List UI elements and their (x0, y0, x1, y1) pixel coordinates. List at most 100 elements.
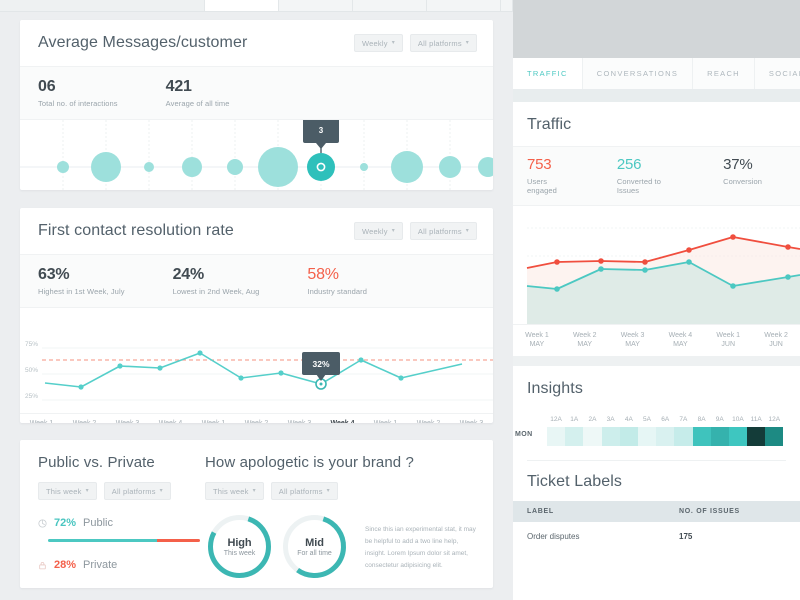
dropdown-weekly-label: Weekly (362, 226, 388, 236)
section-title-ticket-labels: Ticket Labels (527, 472, 622, 490)
heatmap-cell[interactable] (637, 426, 657, 446)
dropdown-this-week-label: This week (46, 486, 82, 496)
heatmap-cell[interactable] (601, 426, 620, 446)
dropdown-this-week[interactable]: This week ▾ (205, 482, 264, 500)
axis-week: Week 3 (620, 331, 645, 339)
stat-label: Lowest in 2nd Week, Aug (172, 287, 260, 296)
heatmap-cell[interactable] (692, 426, 711, 446)
stat-value: 421 (165, 78, 192, 95)
heatmap-cell[interactable] (619, 426, 638, 446)
axis-tick: Week 2JUN (752, 331, 800, 350)
tab-social-goals[interactable]: SOCIAL GOALS (755, 58, 800, 89)
y-tick-label: 75% (25, 341, 38, 348)
stat-value: 37% (723, 156, 753, 173)
heatmap-cell[interactable] (710, 426, 729, 446)
heatmap-cell[interactable] (728, 426, 748, 446)
dropdown-all-platforms[interactable]: All platforms ▾ (409, 34, 477, 52)
donut-mid-value: Mid (305, 536, 324, 549)
dropdown-all-platforms-label: All platforms (278, 486, 323, 496)
y-tick-label: 25% (25, 393, 38, 400)
page-title: First contact resolution rate (38, 222, 234, 239)
axis-tick: Week 3AUG (450, 419, 493, 423)
public-private-bar (48, 539, 200, 542)
card-average-messages: Average Messages/customer Weekly ▾ All p… (20, 20, 493, 190)
tab-reach[interactable]: REACH (693, 58, 755, 89)
globe-icon (38, 518, 47, 528)
axis-tick: Week 3MAY (106, 419, 149, 423)
axis-week: Week 1 (716, 331, 741, 339)
heatmap-cell[interactable] (583, 426, 602, 446)
axis-week: Week 4 (321, 419, 364, 423)
heatmap-cell[interactable] (656, 426, 675, 446)
stat-value: 753 (527, 156, 552, 173)
card1-stats: 06 Total no. of interactions 421 Average… (20, 66, 493, 120)
card-first-contact-resolution: First contact resolution rate Weekly ▾ A… (20, 208, 493, 423)
axis-week: Week 3 (278, 419, 321, 423)
hour-label: 3A (606, 415, 615, 423)
heatmap-cell[interactable] (765, 426, 784, 446)
axis-tick: Week 2JUN (235, 419, 278, 423)
top-tab-strip (0, 0, 513, 12)
axis-tick: Week 3MAY (609, 331, 657, 350)
table-row[interactable]: Order disputes 175 (513, 522, 800, 551)
apologetic-controls: This week ▾ All platforms ▾ (205, 482, 477, 500)
left-dashboard-panel: Average Messages/customer Weekly ▾ All p… (0, 0, 513, 600)
cell-issues: 175 (679, 531, 693, 541)
axis-tick-active: Week 4JUN (321, 419, 364, 423)
bar-segment-private (157, 539, 200, 542)
right-header-placeholder (513, 0, 800, 58)
top-strip-seg (427, 0, 501, 11)
stat-conversion: 37% Conversion (723, 156, 762, 195)
lock-icon (39, 561, 46, 569)
apologetic-section: How apologetic is your brand ? This week… (205, 440, 493, 588)
heatmap-cell[interactable] (747, 426, 766, 446)
chevron-down-icon: ▾ (326, 488, 330, 494)
axis-tick: Week 1MAY (20, 419, 63, 423)
traffic-x-axis: Week 1 MAY Week 2 MAY Week 3 MAY Week 4 MAY … (513, 323, 800, 356)
axis-week: Week 4 (149, 419, 192, 423)
dropdown-all-platforms[interactable]: All platforms ▾ (270, 482, 338, 500)
apologetic-donuts: High This week Mid For all time Since th… (205, 512, 477, 581)
right-spacer-band (513, 90, 800, 102)
hour-label: 9A (715, 415, 724, 423)
ticket-table-header: LABEL NO. OF ISSUES (513, 500, 800, 522)
card1-header: Average Messages/customer Weekly ▾ All p… (20, 20, 493, 66)
chevron-down-icon: ▾ (465, 228, 469, 234)
card2-controls: Weekly ▾ All platforms ▾ (354, 222, 477, 240)
axis-week: Week 4 (668, 331, 693, 339)
dropdown-weekly-label: Weekly (362, 38, 388, 48)
chevron-down-icon: ▾ (252, 488, 256, 494)
stat-value: 06 (38, 78, 56, 95)
dropdown-all-platforms-label: All platforms (417, 38, 462, 48)
axis-week: Week 3 (106, 419, 149, 423)
stat-label: Industry standard (307, 287, 368, 296)
axis-tick: Week 1 JUN (704, 331, 752, 350)
dropdown-weekly[interactable]: Weekly ▾ (354, 34, 403, 52)
legend-private: 28% Private (38, 559, 205, 571)
heatmap-cell[interactable] (565, 426, 584, 446)
line-chart: 75% 50% 25% 32% (20, 308, 493, 413)
stat-average-all-time: 421 Average of all time (166, 77, 230, 108)
public-private-section: Public vs. Private This week ▾ All platf… (20, 440, 205, 588)
right-divider-band (513, 355, 800, 366)
axis-week: Week 3 (450, 419, 493, 423)
axis-tick: Week 2 MAY (561, 331, 609, 350)
stat-total-interactions: 06 Total no. of interactions (38, 77, 118, 108)
public-private-controls: This week ▾ All platforms ▾ (38, 482, 205, 500)
tab-traffic[interactable]: TRAFFIC (513, 58, 583, 89)
heatmap-cell[interactable] (547, 426, 566, 446)
donut-high: High This week (205, 512, 274, 581)
traffic-stats: 753 Users engaged 256 Converted to Issue… (513, 146, 800, 206)
heatmap-cell[interactable] (674, 426, 693, 446)
donut-high-caption: This week (223, 549, 256, 557)
dropdown-all-platforms[interactable]: All platforms ▾ (409, 222, 477, 240)
dropdown-all-platforms[interactable]: All platforms ▾ (103, 482, 171, 500)
chevron-down-icon: ▾ (391, 40, 395, 46)
dropdown-weekly[interactable]: Weekly ▾ (354, 222, 403, 240)
dropdown-this-week[interactable]: This week ▾ (38, 482, 97, 500)
tab-conversations[interactable]: CONVERSATIONS (583, 58, 694, 89)
cell-label: Order disputes (527, 531, 580, 541)
private-label: Private (83, 559, 118, 571)
stat-value: 24% (172, 266, 205, 283)
section-title-insights: Insights (527, 379, 583, 397)
